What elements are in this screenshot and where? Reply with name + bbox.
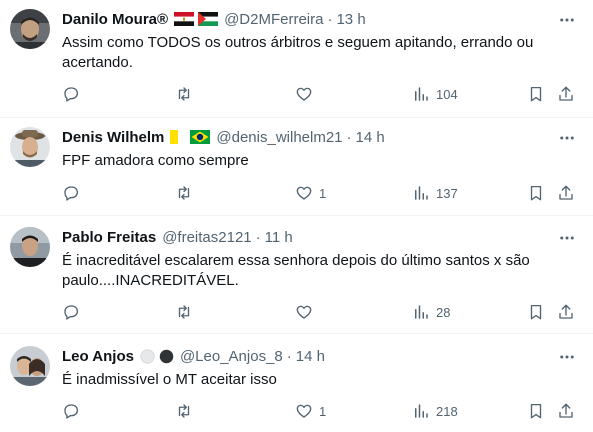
bookmark-icon [530, 304, 542, 320]
retweet-icon [178, 404, 190, 418]
share-icon [559, 185, 573, 200]
share-button[interactable] [557, 183, 575, 203]
share-button[interactable] [557, 302, 575, 322]
tweet-text: FPF amadora como sempre [62, 152, 249, 169]
heart-icon [296, 404, 312, 418]
views-button[interactable]: 28 [412, 302, 450, 322]
retweet-button[interactable] [175, 84, 193, 104]
views-chart-icon [415, 186, 428, 200]
bookmark-button[interactable] [527, 183, 545, 203]
bookmark-icon [530, 403, 542, 419]
author-handle[interactable]: @freitas2121 [162, 229, 251, 246]
views-button[interactable]: 137 [412, 183, 458, 203]
separator-dot: · [346, 128, 352, 146]
like-button[interactable] [295, 84, 319, 104]
reply-icon [64, 404, 79, 419]
bookmark-icon [530, 86, 542, 102]
view-count: 28 [436, 304, 451, 320]
share-icon [559, 304, 573, 319]
like-count: 1 [319, 403, 327, 419]
bookmark-button[interactable] [527, 302, 545, 322]
more-icon [560, 236, 574, 240]
heart-icon [296, 186, 312, 200]
avatar[interactable] [10, 9, 50, 49]
reply-icon [64, 87, 79, 102]
heart-icon [296, 305, 312, 319]
more-icon [560, 18, 574, 22]
reply-button[interactable] [62, 401, 80, 421]
retweet-icon [178, 87, 190, 101]
view-count: 137 [436, 185, 458, 201]
view-count: 218 [436, 403, 458, 419]
author-handle[interactable]: @denis_wilhelm21 [216, 129, 342, 146]
timestamp[interactable]: 14 h [296, 348, 325, 365]
share-button[interactable] [557, 401, 575, 421]
share-button[interactable] [557, 84, 575, 104]
separator-dot: · [255, 228, 261, 246]
heart-icon [296, 87, 312, 101]
avatar[interactable] [10, 346, 50, 386]
reply-feed: Danilo Moura® @D2MFerreira · 13 h Assim … [0, 0, 593, 432]
separator-dot: · [327, 10, 333, 28]
views-chart-icon [415, 87, 428, 101]
author-handle[interactable]: @Leo_Anjos_8 [180, 348, 283, 365]
egypt-flag-icon [174, 12, 195, 26]
reply-icon [64, 305, 79, 320]
tweet-text: É inadmissível o MT aceitar isso [62, 371, 277, 388]
timestamp[interactable]: 11 h [265, 229, 293, 246]
reply-tweet[interactable]: Danilo Moura® @D2MFerreira · 13 h Assim … [0, 0, 593, 118]
like-button[interactable]: 1 [295, 183, 326, 203]
palestine-flag-icon [198, 12, 219, 26]
reply-tweet[interactable]: Denis Wilhelm @denis_wilhelm21 · 14 h FP… [0, 117, 593, 216]
avatar[interactable] [10, 227, 50, 267]
like-button[interactable]: 1 [295, 401, 326, 421]
more-options-button[interactable] [557, 347, 577, 367]
reply-tweet[interactable]: Pablo Freitas @freitas2121 · 11 h É inac… [0, 215, 593, 334]
author-handle[interactable]: @D2MFerreira [224, 11, 323, 28]
views-button[interactable]: 218 [412, 401, 458, 421]
black-circle-icon [159, 349, 174, 363]
retweet-icon [178, 305, 190, 319]
share-icon [559, 86, 573, 101]
bookmark-button[interactable] [527, 401, 545, 421]
reply-button[interactable] [62, 302, 80, 322]
author-name[interactable]: Danilo Moura® [62, 11, 168, 28]
tweet-text: É inacreditável escalarem essa senhora d… [62, 252, 530, 289]
views-button[interactable]: 104 [412, 84, 458, 104]
reply-tweet[interactable]: Leo Anjos @Leo_Anjos_8 · 14 h É inadmiss… [0, 333, 593, 432]
retweet-button[interactable] [175, 401, 193, 421]
views-chart-icon [415, 305, 428, 319]
vatican-flag-icon [170, 130, 187, 144]
more-options-button[interactable] [557, 10, 577, 30]
white-circle-icon [140, 348, 155, 364]
tweet-text: Assim como TODOS os outros árbitros e se… [62, 34, 534, 71]
more-options-button[interactable] [557, 228, 577, 248]
retweet-button[interactable] [175, 183, 193, 203]
bookmark-icon [530, 185, 542, 201]
share-icon [559, 403, 573, 418]
reply-button[interactable] [62, 84, 80, 104]
retweet-button[interactable] [175, 302, 193, 322]
author-name[interactable]: Denis Wilhelm [62, 129, 164, 146]
timestamp[interactable]: 14 h [356, 129, 385, 146]
like-button[interactable] [295, 302, 319, 322]
views-chart-icon [415, 404, 428, 418]
avatar[interactable] [10, 127, 50, 167]
like-count: 1 [319, 185, 327, 201]
author-name[interactable]: Leo Anjos [62, 348, 134, 365]
more-icon [560, 355, 574, 359]
bookmark-button[interactable] [527, 84, 545, 104]
view-count: 104 [436, 86, 458, 102]
separator-dot: · [286, 347, 292, 365]
more-options-button[interactable] [557, 128, 577, 148]
retweet-icon [178, 186, 190, 200]
more-icon [560, 136, 574, 140]
author-name[interactable]: Pablo Freitas [62, 229, 156, 246]
reply-button[interactable] [62, 183, 80, 203]
brazil-flag-icon [190, 130, 211, 144]
reply-icon [64, 186, 79, 201]
timestamp[interactable]: 13 h [336, 11, 365, 28]
